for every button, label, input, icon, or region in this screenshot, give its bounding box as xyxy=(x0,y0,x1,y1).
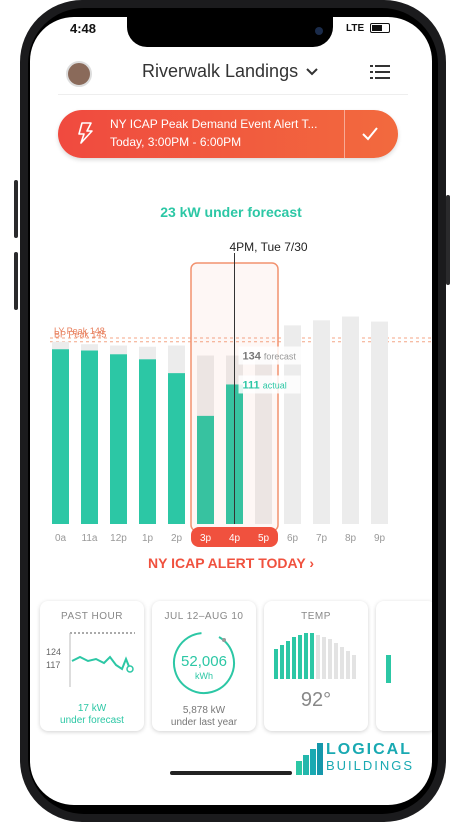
x-tick-label: 5p xyxy=(258,533,270,544)
x-tick-label: 11a xyxy=(82,533,98,544)
alert-time: Today, 3:00PM - 6:00PM xyxy=(110,135,242,149)
home-indicator[interactable] xyxy=(170,771,292,775)
period-card[interactable]: JUL 12–AUG 10 52,006 kWh 5,878 kW under … xyxy=(152,601,256,731)
period-value: 52,006 xyxy=(181,653,227,670)
x-tick-label: 12p xyxy=(110,533,127,544)
temp-bar xyxy=(352,655,356,679)
x-tick-label: 9p xyxy=(374,533,386,544)
volume-up-button xyxy=(14,180,18,238)
temp-bar xyxy=(322,637,326,679)
power-button xyxy=(446,195,450,285)
lightning-icon xyxy=(78,122,93,144)
forecast-bar xyxy=(313,320,330,524)
logo-line1: LOGICAL xyxy=(326,741,412,758)
notch xyxy=(127,17,333,47)
past-hour-sparkline: 124 117 xyxy=(46,632,135,687)
actual-bar xyxy=(168,373,185,524)
x-tick-label: 0a xyxy=(55,533,67,544)
past-hour-sub: under forecast xyxy=(60,715,124,726)
temperature-bars xyxy=(274,633,356,679)
temp-bar xyxy=(292,637,296,679)
temp-bar xyxy=(334,643,338,679)
temp-bar xyxy=(346,651,350,679)
site-name: Riverwalk Landings xyxy=(142,61,299,81)
x-tick-label: 1p xyxy=(142,533,154,544)
extra-card-bar xyxy=(386,655,391,683)
menu-icon[interactable] xyxy=(370,65,390,79)
x-tick-label: 4p xyxy=(229,533,241,544)
selected-marker-label: 4PM, Tue 7/30 xyxy=(230,240,308,254)
temp-value: 92° xyxy=(300,689,332,711)
status-time: 4:48 xyxy=(70,21,97,36)
battery-icon xyxy=(370,23,390,33)
site-selector[interactable]: Riverwalk Landings xyxy=(142,61,318,82)
alert-today-link[interactable]: NY ICAP ALERT TODAY › xyxy=(30,555,432,571)
extra-card-partial[interactable] xyxy=(376,601,432,731)
past-hour-value: 17 kW xyxy=(77,703,107,714)
temp-bar xyxy=(274,649,278,679)
temp-bar xyxy=(304,633,308,679)
card-title: JUL 12–AUG 10 xyxy=(164,611,244,622)
temp-card[interactable]: TEMP 92° xyxy=(264,601,368,731)
demand-chart[interactable]: LY Peak 148BP Peak 1450a 11a 12p 1p 2p 3p 4p 5p… xyxy=(50,237,432,555)
camera-icon xyxy=(315,27,323,35)
period-diff: 5,878 kW xyxy=(182,705,226,716)
check-icon[interactable] xyxy=(358,122,382,146)
x-tick-label: 2p xyxy=(171,533,183,544)
volume-down-button xyxy=(14,252,18,310)
card-title: TEMP xyxy=(301,611,331,622)
temp-bar xyxy=(316,635,320,679)
forecast-data-label: 134 forecast xyxy=(243,351,297,363)
logo-bars-icon xyxy=(296,743,323,775)
network-indicator: LTE xyxy=(346,23,365,34)
past-hour-card[interactable]: PAST HOUR 124 117 17 kW under forecast xyxy=(40,601,144,731)
avatar[interactable] xyxy=(66,61,92,87)
actual-bar xyxy=(52,349,69,524)
chevron-down-icon xyxy=(306,68,318,76)
temp-bar xyxy=(286,641,290,679)
temp-bar xyxy=(280,645,284,679)
alert-divider xyxy=(344,110,345,158)
period-sub: under last year xyxy=(170,717,238,728)
period-unit: kWh xyxy=(195,671,213,681)
temp-bar xyxy=(328,639,332,679)
alert-banner[interactable]: NY ICAP Peak Demand Event Alert T... Tod… xyxy=(58,110,398,158)
y-tick-top: 124 xyxy=(46,647,61,657)
temp-bar xyxy=(310,633,314,679)
forecast-headline: 23 kW under forecast xyxy=(160,204,302,220)
alert-title: NY ICAP Peak Demand Event Alert T... xyxy=(110,117,318,131)
x-tick-label: 7p xyxy=(316,533,328,544)
forecast-bar xyxy=(342,316,359,524)
x-tick-label: 3p xyxy=(200,533,212,544)
temp-bar xyxy=(340,647,344,679)
x-tick-label: 8p xyxy=(345,533,357,544)
app-screen: 4:48 LTE Riverwalk Landings NY ICAP Peak… xyxy=(30,17,432,805)
card-title: PAST HOUR xyxy=(61,611,123,622)
actual-bar xyxy=(110,354,127,524)
reference-line-label: BP Peak 145 xyxy=(54,330,106,340)
x-tick-label: 6p xyxy=(287,533,299,544)
y-tick-bottom: 117 xyxy=(46,660,60,670)
temp-bar xyxy=(298,635,302,679)
actual-bar xyxy=(139,359,156,524)
actual-bar xyxy=(81,350,98,524)
forecast-bar xyxy=(371,321,388,524)
header-divider xyxy=(58,94,408,95)
logo-line2: BUILDINGS xyxy=(326,758,415,773)
actual-data-label: 111 actual xyxy=(243,379,287,391)
